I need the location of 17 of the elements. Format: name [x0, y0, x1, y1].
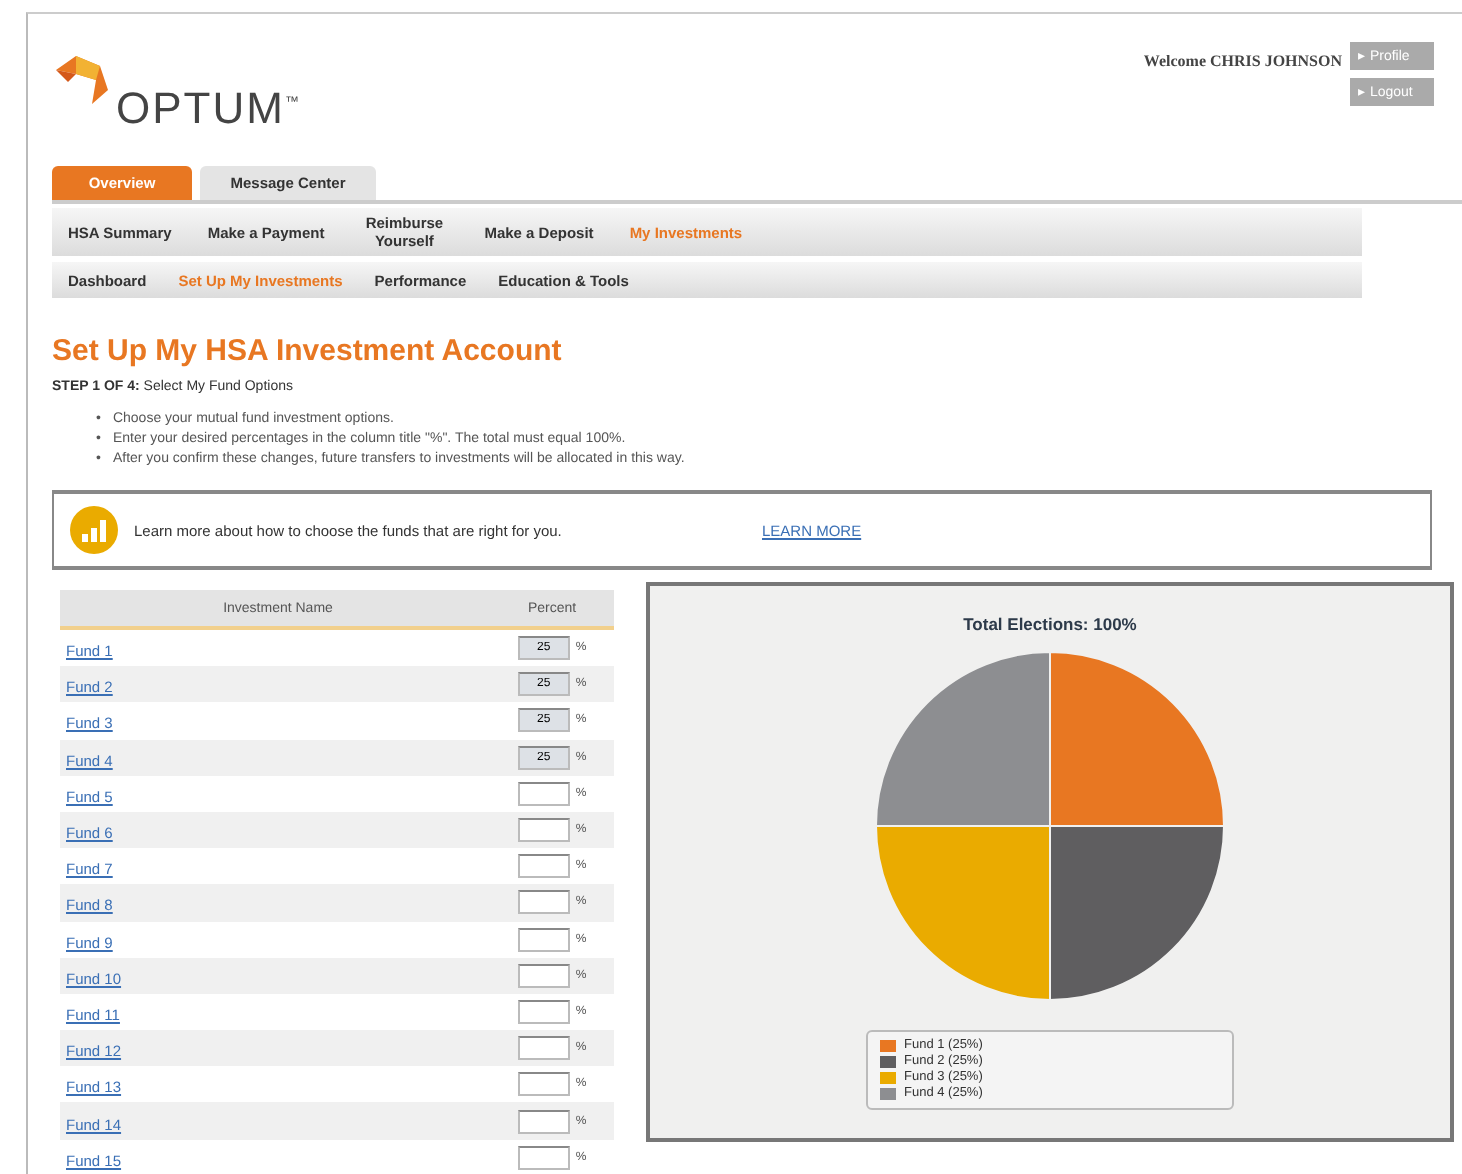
percent-field[interactable] — [517, 999, 570, 1024]
percent-field[interactable] — [517, 1036, 570, 1061]
bar-chart-icon — [70, 506, 118, 554]
percent-field[interactable] — [517, 1109, 570, 1134]
welcome-text: Welcome CHRIS JOHNSON — [1143, 50, 1342, 74]
percent-field[interactable] — [517, 927, 570, 952]
percent-field[interactable] — [517, 854, 570, 879]
percent-field[interactable] — [517, 1145, 570, 1170]
chart-title: Total Elections: 100% — [963, 614, 1137, 634]
percent-field[interactable] — [517, 1072, 570, 1097]
percent-field[interactable] — [517, 818, 570, 843]
percent-field[interactable] — [517, 963, 570, 988]
percent-field[interactable] — [517, 890, 570, 915]
percent-field[interactable] — [517, 781, 570, 806]
logo-text: OPTUM$^{™}$ — [116, 81, 301, 130]
logo-icon — [52, 54, 112, 106]
page-title: Set Up My HSA Investment Account — [52, 334, 564, 368]
